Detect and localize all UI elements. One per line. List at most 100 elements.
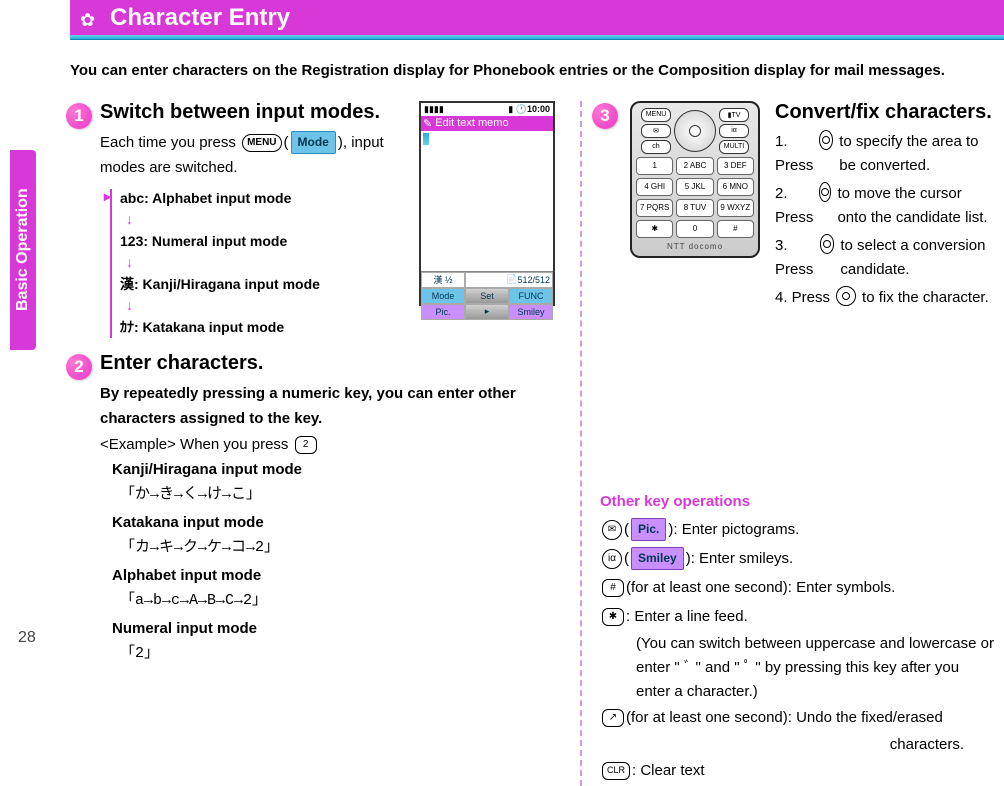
dpad [674, 110, 716, 152]
kata-sequence: 「カ→キ→ク→ケ→コ→2」 [120, 539, 279, 556]
alpha-mode-label: Alphabet input mode [112, 567, 261, 584]
arrow-down-icon: ↓ [126, 210, 420, 230]
menu-button: MENU [641, 108, 671, 122]
op-hash-text: (for at least one second): Enter symbols… [626, 579, 895, 596]
mode-kanji: 漢: Kanji/Hiragana input mode [120, 275, 420, 295]
clock-icon: 🕐 [516, 104, 527, 114]
op-call: ↗(for at least one second): Undo the fix… [600, 704, 994, 731]
key-8: 8 TUV [676, 199, 713, 217]
mode-softkey: Mode [291, 131, 336, 153]
ch-button: ch [641, 140, 671, 154]
step2-title: Enter characters. [100, 352, 560, 375]
key-1: 1 [636, 157, 673, 175]
key-3: 3 DEF [717, 157, 754, 175]
kata-mode-label: Katakana input mode [112, 514, 264, 531]
mail-button: ✉ [641, 124, 671, 138]
key-star: ✱ [636, 220, 673, 238]
step-badge-3: 3 [592, 103, 618, 129]
op-clr-text: : Clear text [632, 762, 705, 779]
hash-key-icon: # [602, 579, 624, 597]
mult-button: MULTI [719, 140, 749, 154]
op-star-text: : Enter a line feed. [626, 608, 748, 625]
mode-numeral: 123: Numeral input mode [120, 232, 420, 252]
memo-right: 512/512 [517, 275, 550, 285]
s3-i4a: 4. Press [775, 286, 830, 310]
page-number: 28 [18, 629, 36, 647]
phone-screen-mock: ▮▮▮▮ ▮ 🕐10:00 ✎ Edit text memo 漢 ½ 📄512/… [419, 101, 555, 306]
call-key-icon: ↗ [602, 709, 624, 727]
phone-time: 10:00 [527, 104, 550, 114]
key-5: 5 JKL [676, 178, 713, 196]
page-header: ✿ Character Entry [70, 0, 1004, 35]
ia-button: iα [719, 124, 749, 138]
key-0: 0 [676, 220, 713, 238]
step3-title: Convert/fix characters. [775, 101, 994, 124]
num-sequence: 「2」 [120, 645, 159, 662]
key-4: 4 GHI [636, 178, 673, 196]
step-1: 1 Switch between input modes. Each time … [70, 101, 560, 338]
op-smiley-text: ): Enter smileys. [686, 550, 794, 567]
step1-text-a: Each time you press [100, 134, 240, 151]
memo-left: 漢 ½ [421, 272, 465, 288]
key-7: 7 PQRS [636, 199, 673, 217]
s3-i1b: to specify the area to be converted. [839, 130, 994, 178]
sidebar-tab: Basic Operation [10, 150, 36, 350]
s3-i2b: to move the cursor onto the candidate li… [837, 182, 994, 230]
key-6: 6 MNO [717, 178, 754, 196]
op-star: ✱: Enter a line feed. [600, 603, 994, 630]
pic-softkey: Pic. [631, 518, 666, 542]
s3-i2a: 2. Press [775, 182, 813, 230]
ia-key-icon: iα [602, 549, 622, 569]
flower-icon: ✿ [80, 10, 95, 31]
op-call-text: (for at least one second): Undo the fixe… [626, 709, 943, 726]
step-badge-2: 2 [66, 354, 92, 380]
key-hash: # [717, 220, 754, 238]
clr-key-icon: CLR [602, 762, 630, 780]
step-3: 3 MENU ✉ ch ▮TV i [600, 101, 994, 258]
arrow-down-icon: ↓ [126, 296, 420, 316]
phone-set-arrow: ▸ [465, 304, 509, 320]
kanji-sequence: 「か→き→く→け→こ」 [120, 486, 261, 503]
step1-text: Each time you press MENU(Mode), input mo… [100, 130, 420, 181]
step1-title: Switch between input modes. [100, 101, 420, 124]
dpad-center [689, 125, 701, 137]
num-mode-label: Numeral input mode [112, 620, 257, 637]
phone-mode-soft: Mode [421, 288, 465, 304]
battery-icon: ▮ [508, 104, 513, 114]
navpad-icon [820, 234, 835, 254]
phone-func-soft: FUNC [509, 288, 553, 304]
phone-keypad-mock: MENU ✉ ch ▮TV iα MULTI [630, 101, 760, 258]
step2-subtitle: By repeatedly pressing a numeric key, yo… [100, 385, 516, 428]
key-2: 2 [295, 436, 317, 454]
navpad-icon [836, 286, 856, 306]
intro-text: You can enter characters on the Registra… [70, 60, 994, 83]
navpad-icon [819, 182, 831, 202]
alpha-sequence: 「a→b→c→A→B→C→2」 [120, 592, 267, 609]
s3-i3b: to select a conversion candidate. [840, 234, 994, 282]
op-hash: #(for at least one second): Enter symbol… [600, 574, 994, 601]
star-key-icon: ✱ [602, 608, 624, 626]
op-star-sub: (You can switch between uppercase and lo… [636, 632, 994, 704]
tv-button: ▮TV [719, 108, 749, 122]
s3-i1a: 1. Press [775, 130, 813, 178]
text-cursor [423, 133, 429, 145]
key-2: 2 ABC [676, 157, 713, 175]
other-ops-title: Other key operations [600, 493, 994, 510]
brand-label: NTT docomo [636, 242, 754, 251]
op-pic-text: ): Enter pictograms. [668, 521, 799, 538]
phone-smiley-soft: Smiley [509, 304, 553, 320]
mail-key-icon: ✉ [602, 520, 622, 540]
op-call-sub: characters. [636, 733, 964, 757]
signal-icon: ▮▮▮▮ [424, 104, 444, 115]
step-2: 2 Enter characters. By repeatedly pressi… [70, 352, 560, 666]
smiley-softkey: Smiley [631, 547, 684, 571]
phone-set-soft: Set [465, 288, 509, 304]
navpad-icon [819, 130, 833, 150]
op-pic: ✉(Pic.): Enter pictograms. [600, 516, 994, 543]
key-9: 9 WXYZ [717, 199, 754, 217]
arrow-down-icon: ↓ [126, 253, 420, 273]
pencil-icon: ✎ [423, 117, 432, 130]
op-clr: CLR: Clear text [600, 757, 994, 784]
s3-i3a: 3. Press [775, 234, 814, 282]
char-count-icon: 📄 [506, 274, 517, 285]
